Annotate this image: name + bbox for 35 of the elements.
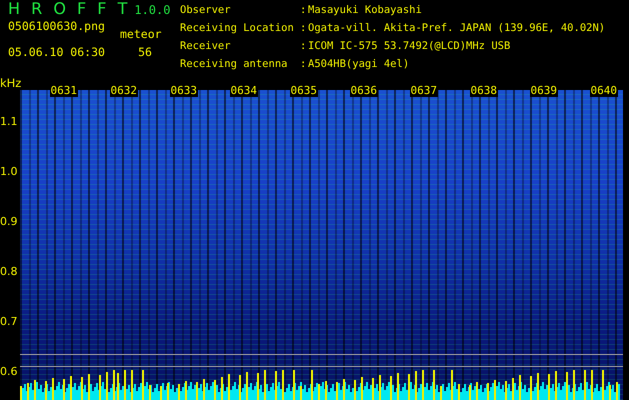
file-datetime: 05.06.10 06:30 [8,45,106,59]
time-label: 0638 [470,84,498,97]
time-label: 0639 [530,84,558,97]
info-separator: : [300,40,308,54]
info-label: Receiving antenna [180,58,288,72]
time-label: 0633 [170,84,198,97]
time-label: 0636 [350,84,378,97]
info-value: A504HB(yagi 4el) [308,58,410,72]
frequency-label: 0.8 [0,265,18,279]
info-value: ICOM IC-575 53.7492(@LCD)MHz USB [308,40,512,54]
meteor-count: 56 [137,45,153,59]
time-label: 0631 [50,84,78,97]
info-label: Receiver [180,40,232,54]
frequency-label: 1.0 [0,165,18,179]
frequency-label: 1.1 [0,115,18,129]
time-label: 0640 [590,84,618,97]
info-separator: : [300,22,308,36]
frequency-label: 0.6 [0,365,18,379]
time-label: 0637 [410,84,438,97]
frequency-label: 0.7 [0,315,18,329]
info-value: Masayuki Kobayashi [308,4,423,18]
info-separator: : [300,58,308,72]
version-text: 1.0.0 [134,3,170,17]
file-name: 0506100630.png [8,19,106,35]
info-label: Observer [180,4,232,18]
unit-label: kHz [0,76,22,90]
frequency-label: 0.9 [0,215,18,229]
app-title: H R O F F T [8,2,130,16]
info-label: Receiving Location [180,22,295,36]
time-label: 0632 [110,84,138,97]
info-separator: : [300,4,308,18]
time-label: 0635 [290,84,318,97]
time-label: 0634 [230,84,258,97]
meteor-label: meteor [120,26,163,41]
info-value: Ogata-vill. Akita-Pref. JAPAN (139.96E, 40.02N) [308,22,606,36]
